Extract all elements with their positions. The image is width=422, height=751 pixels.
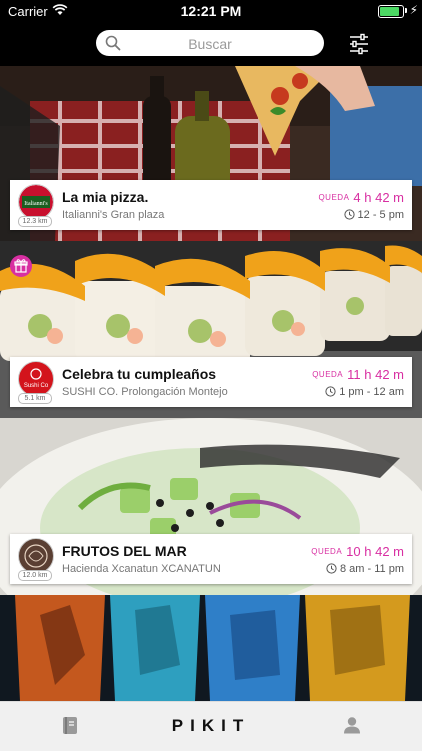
deal-title: FRUTOS DEL MAR — [62, 543, 187, 559]
distance-badge: 12.0 km — [18, 570, 52, 581]
deal-info[interactable]: Italianni's 12.3 km La mia pizza. Italia… — [10, 180, 412, 230]
remaining-value: 11 h 42 m — [347, 367, 404, 382]
deal-card[interactable]: Italianni's 12.3 km La mia pizza. Italia… — [0, 66, 422, 241]
deal-card[interactable]: 12.0 km FRUTOS DEL MAR Hacienda Xcanatun… — [0, 418, 422, 595]
svg-text:Italianni's: Italianni's — [24, 201, 48, 207]
deal-subtitle: SUSHI CO. Prolongación Montejo — [62, 386, 228, 398]
distance-badge: 12.3 km — [18, 216, 52, 227]
status-bar: Carrier 12:21 PM ⚡ — [0, 0, 422, 22]
header: Buscar — [0, 22, 422, 66]
remaining-value: 10 h 42 m — [346, 544, 404, 559]
gift-icon — [10, 255, 32, 277]
clock-icon — [326, 563, 337, 574]
deal-hours: 8 am - 11 pm — [326, 563, 404, 575]
promo-cups-photo — [0, 595, 422, 701]
remaining-value: 4 h 42 m — [353, 190, 404, 205]
clock-icon — [343, 209, 355, 220]
profile-icon[interactable] — [343, 716, 361, 734]
deal-title: La mia pizza. — [62, 189, 149, 205]
deal-info[interactable]: Sushi Co 5.1 km Celebra tu cumpleaños SU… — [10, 357, 412, 407]
charging-icon: ⚡ — [409, 3, 418, 17]
hacienda-logo — [24, 544, 48, 568]
restaurant-logo: Sushi Co — [18, 361, 54, 397]
deal-card[interactable] — [0, 595, 422, 701]
deal-hours: 12 - 5 pm — [343, 209, 404, 221]
status-time: 12:21 PM — [180, 3, 242, 19]
remaining-label: QUEDA — [312, 370, 344, 379]
tab-bar: PIKIT — [0, 701, 422, 751]
svg-text:Sushi Co: Sushi Co — [24, 383, 49, 389]
hours-value: 1 pm - 12 am — [339, 386, 404, 398]
battery-icon — [378, 5, 404, 18]
distance-badge: 5.1 km — [18, 393, 52, 404]
deal-card[interactable]: Sushi Co 5.1 km Celebra tu cumpleaños SU… — [0, 241, 422, 418]
filter-icon[interactable] — [348, 33, 370, 55]
remaining-label: QUEDA — [311, 547, 343, 556]
time-remaining: QUEDA 10 h 42 m — [311, 543, 404, 561]
search-placeholder: Buscar — [188, 36, 232, 52]
time-remaining: QUEDA 4 h 42 m — [318, 189, 404, 207]
remaining-label: QUEDA — [318, 193, 350, 202]
restaurant-logo — [18, 538, 54, 574]
search-input[interactable]: Buscar — [96, 30, 324, 56]
sushi-co-logo: Sushi Co — [24, 368, 49, 389]
deal-subtitle: Italianni's Gran plaza — [62, 209, 165, 221]
italiannis-logo: Italianni's — [19, 185, 53, 219]
restaurant-logo: Italianni's — [18, 184, 54, 220]
time-remaining: QUEDA 11 h 42 m — [312, 366, 404, 384]
clock-icon — [325, 386, 336, 397]
battery-tip — [405, 8, 407, 13]
hours-value: 12 - 5 pm — [357, 209, 404, 221]
deal-hours: 1 pm - 12 am — [325, 386, 404, 398]
deal-title: Celebra tu cumpleaños — [62, 366, 217, 382]
deal-subtitle: Hacienda Xcanatun XCANATUN — [62, 563, 221, 575]
hours-value: 8 am - 11 pm — [340, 563, 404, 575]
deal-info[interactable]: 12.0 km FRUTOS DEL MAR Hacienda Xcanatun… — [10, 534, 412, 584]
